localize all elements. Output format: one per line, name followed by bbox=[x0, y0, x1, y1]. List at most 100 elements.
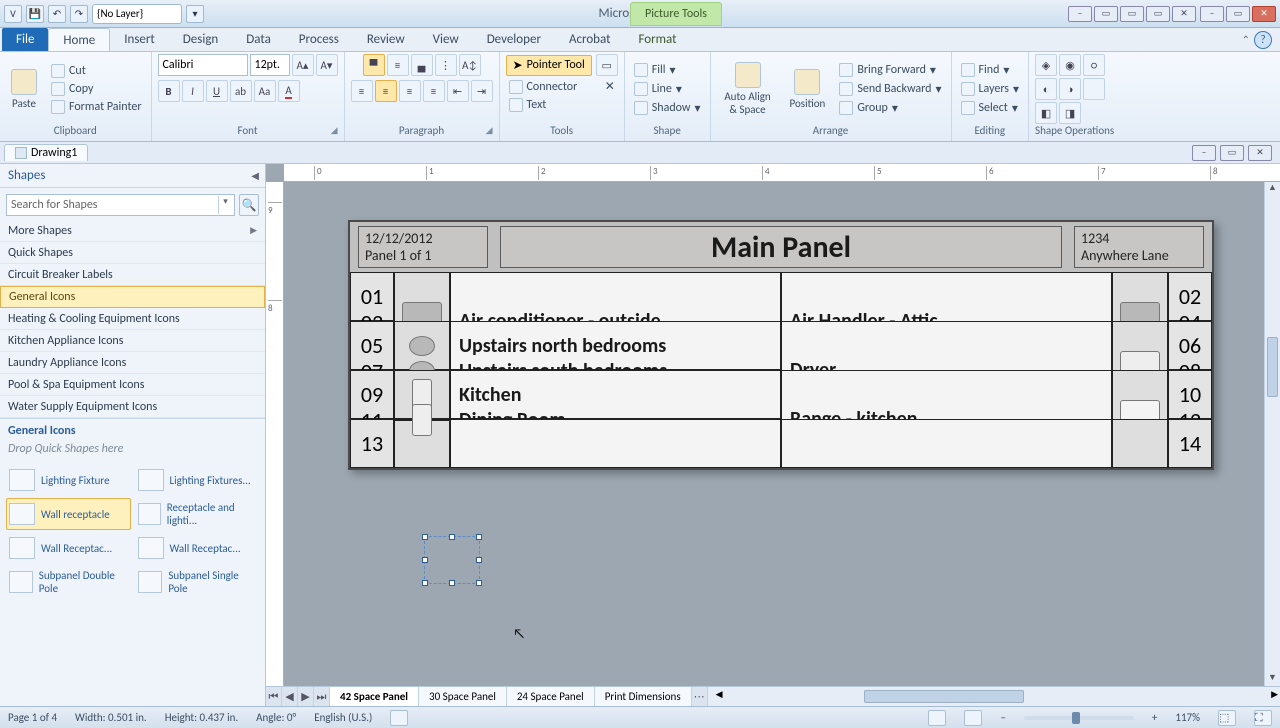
page-width-button[interactable] bbox=[964, 710, 982, 726]
mdi-close-button[interactable]: ✕ bbox=[1172, 6, 1196, 22]
line-button[interactable]: Line ▾ bbox=[631, 81, 704, 98]
format-painter-button[interactable]: Format Painter bbox=[48, 99, 145, 115]
connector-tool-button[interactable]: Connector✕ bbox=[506, 78, 618, 95]
cut-button[interactable]: Cut bbox=[48, 63, 145, 79]
search-dropdown-icon[interactable]: ▾ bbox=[218, 196, 232, 214]
stencil-water[interactable]: Water Supply Equipment Icons bbox=[0, 396, 265, 418]
increase-indent-button[interactable]: ⇥ bbox=[471, 80, 493, 102]
font-size-combo[interactable]: 12pt. bbox=[250, 54, 290, 76]
stencil-pool[interactable]: Pool & Spa Equipment Icons bbox=[0, 374, 265, 396]
align-top-button[interactable]: ▀ bbox=[363, 54, 385, 76]
pointer-tool-button[interactable]: ➤Pointer Tool bbox=[506, 55, 592, 76]
case-button[interactable]: Aa bbox=[254, 80, 276, 102]
mdi-restore2-button[interactable]: ▭ bbox=[1120, 6, 1144, 22]
op-7-button[interactable]: ◧ bbox=[1035, 102, 1057, 124]
doc-close-button[interactable]: ✕ bbox=[1248, 145, 1272, 161]
auto-align-button[interactable]: Auto Align & Space bbox=[717, 59, 779, 119]
h-scroll-thumb[interactable] bbox=[864, 690, 1024, 703]
panel-date-box[interactable]: 12/12/2012Panel 1 of 1 bbox=[358, 226, 488, 268]
align-right-button[interactable]: ≡ bbox=[399, 80, 421, 102]
search-button[interactable]: 🔍 bbox=[239, 194, 259, 216]
shrink-font-button[interactable]: A▾ bbox=[316, 54, 338, 76]
tab-process[interactable]: Process bbox=[285, 28, 353, 51]
align-middle-button[interactable]: ≡ bbox=[387, 54, 409, 76]
copy-button[interactable]: Copy bbox=[48, 81, 145, 97]
shape-lighting-fixture[interactable]: Lighting Fixture bbox=[6, 466, 131, 494]
page-insert-button[interactable]: ⋯ bbox=[692, 687, 708, 706]
bring-forward-button[interactable]: Bring Forward ▾ bbox=[836, 62, 944, 79]
mdi-restore-button[interactable]: ▭ bbox=[1094, 6, 1118, 22]
zoom-out-button[interactable]: – bbox=[1000, 711, 1005, 724]
slot-14[interactable]: 14 bbox=[1168, 419, 1212, 468]
slot-14-icon[interactable] bbox=[1112, 419, 1168, 468]
zoom-in-button[interactable]: + bbox=[1152, 711, 1157, 724]
stencil-kitchen[interactable]: Kitchen Appliance Icons bbox=[0, 330, 265, 352]
scroll-thumb[interactable] bbox=[1267, 337, 1278, 397]
op-5-button[interactable]: ◑ bbox=[1059, 78, 1081, 100]
stencil-more-shapes[interactable]: More Shapes▶ bbox=[0, 220, 265, 242]
stencil-quick-shapes[interactable]: Quick Shapes bbox=[0, 242, 265, 264]
scroll-up-icon[interactable]: ▲ bbox=[1265, 182, 1280, 196]
page-tab-24[interactable]: 24 Space Panel bbox=[507, 687, 595, 706]
op-6-button[interactable] bbox=[1083, 78, 1105, 100]
minimize-button[interactable]: – bbox=[1200, 6, 1224, 22]
find-button[interactable]: Find ▾ bbox=[958, 62, 1023, 79]
status-language[interactable]: English (U.S.) bbox=[314, 711, 372, 724]
macro-record-button[interactable] bbox=[390, 710, 408, 726]
page-last-button[interactable]: ⏭ bbox=[314, 687, 330, 706]
slot-13[interactable]: 13 bbox=[350, 419, 394, 468]
undo-icon[interactable]: ↶ bbox=[48, 5, 66, 23]
zoom-knob[interactable] bbox=[1072, 712, 1080, 724]
slot-11-icon[interactable] bbox=[394, 419, 450, 421]
group-button[interactable]: Group ▾ bbox=[836, 100, 944, 117]
panel-address-box[interactable]: 1234Anywhere Lane bbox=[1074, 226, 1204, 268]
search-input[interactable]: Search for Shapes▾ bbox=[6, 194, 235, 216]
align-bottom-button[interactable]: ▄ bbox=[411, 54, 433, 76]
qat-dropdown-icon[interactable]: ▾ bbox=[186, 5, 204, 23]
page-tab-30[interactable]: 30 Space Panel bbox=[419, 687, 507, 706]
select-button[interactable]: Select ▾ bbox=[958, 100, 1023, 117]
stencil-hvac[interactable]: Heating & Cooling Equipment Icons bbox=[0, 308, 265, 330]
doc-max-button[interactable]: ▭ bbox=[1220, 145, 1244, 161]
visio-icon[interactable]: V bbox=[4, 5, 22, 23]
collapse-pane-icon[interactable]: ◀ bbox=[251, 169, 259, 182]
italic-button[interactable]: I bbox=[182, 80, 204, 102]
align-center-button[interactable]: ≡ bbox=[375, 80, 397, 102]
doc-min-button[interactable]: – bbox=[1192, 145, 1216, 161]
decrease-indent-button[interactable]: ⇤ bbox=[447, 80, 469, 102]
text-direction-button[interactable]: A↕ bbox=[459, 54, 481, 76]
slot-14-label[interactable] bbox=[781, 419, 1112, 468]
fit-page-button[interactable]: ⬚ bbox=[1218, 710, 1236, 726]
op-3-button[interactable]: ○ bbox=[1083, 54, 1105, 76]
tab-acrobat[interactable]: Acrobat bbox=[555, 28, 625, 51]
maximize-button[interactable]: ▭ bbox=[1226, 6, 1250, 22]
page-first-button[interactable]: ⏮ bbox=[266, 687, 282, 706]
justify-button[interactable]: ≡ bbox=[423, 80, 445, 102]
stencil-laundry[interactable]: Laundry Appliance Icons bbox=[0, 352, 265, 374]
shape-receptacle-lighting[interactable]: Receptacle and lighti... bbox=[135, 498, 260, 530]
font-color-button[interactable]: A bbox=[278, 80, 300, 102]
page-prev-button[interactable]: ◀ bbox=[282, 687, 298, 706]
drawing-surface[interactable]: 12/12/2012Panel 1 of 1 Main Panel 1234An… bbox=[284, 182, 1264, 686]
align-left-button[interactable]: ≡ bbox=[351, 80, 373, 102]
tab-review[interactable]: Review bbox=[353, 28, 419, 51]
stencil-circuit-breaker[interactable]: Circuit Breaker Labels bbox=[0, 264, 265, 286]
redo-icon[interactable]: ↷ bbox=[70, 5, 88, 23]
page-tab-print[interactable]: Print Dimensions bbox=[595, 687, 692, 706]
send-backward-button[interactable]: Send Backward ▾ bbox=[836, 81, 944, 98]
full-screen-button[interactable]: ⛶ bbox=[1254, 710, 1272, 726]
underline-button[interactable]: U bbox=[206, 80, 228, 102]
horizontal-scrollbar[interactable]: ◀ ▶ bbox=[714, 687, 1280, 706]
op-4-button[interactable]: ◐ bbox=[1035, 78, 1057, 100]
op-8-button[interactable]: ◨ bbox=[1059, 102, 1081, 124]
stencil-general-icons[interactable]: General Icons bbox=[0, 286, 265, 308]
bullets-button[interactable]: ⋮ bbox=[435, 54, 457, 76]
help-icon[interactable]: ? bbox=[1254, 31, 1272, 49]
close-button[interactable]: ✕ bbox=[1252, 6, 1276, 22]
tab-view[interactable]: View bbox=[419, 28, 473, 51]
minimize-ribbon-icon[interactable]: ⌃ bbox=[1242, 33, 1250, 46]
zoom-level[interactable]: 117% bbox=[1175, 711, 1200, 724]
text-tool-button[interactable]: Text bbox=[506, 97, 618, 113]
zoom-slider[interactable] bbox=[1024, 716, 1134, 720]
vertical-scrollbar[interactable]: ▲ ▼ bbox=[1264, 182, 1280, 686]
